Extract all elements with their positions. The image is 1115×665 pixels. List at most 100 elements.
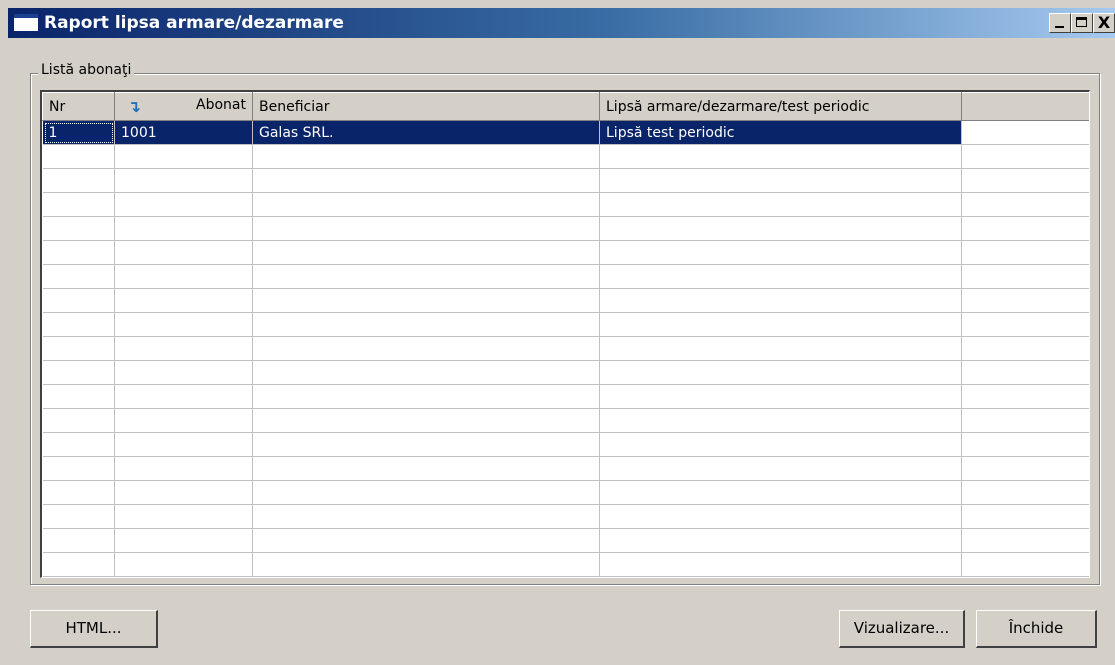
table-row[interactable] [42, 408, 1089, 433]
cell-beneficiar[interactable] [252, 192, 600, 217]
cell-nr[interactable] [42, 360, 115, 385]
cell-lipsa[interactable] [599, 336, 962, 361]
column-header-abonat[interactable]: ↴ Abonat [114, 92, 253, 121]
cell-abonat[interactable] [114, 552, 253, 577]
subscribers-grid[interactable]: Nr ↴ Abonat Beneficiar Lipsă armare/deza… [40, 90, 1090, 578]
cell-lipsa[interactable] [599, 192, 962, 217]
cell-nr[interactable]: 1 [42, 120, 115, 145]
table-row[interactable] [42, 336, 1089, 361]
cell-beneficiar[interactable] [252, 432, 600, 457]
cell-nr[interactable] [42, 168, 115, 193]
cell-beneficiar[interactable] [252, 384, 600, 409]
cell-lipsa[interactable] [599, 264, 962, 289]
cell-lipsa[interactable] [599, 240, 962, 265]
cell-beneficiar[interactable] [252, 168, 600, 193]
cell-beneficiar[interactable] [252, 312, 600, 337]
table-row[interactable] [42, 144, 1089, 169]
cell-nr[interactable] [42, 384, 115, 409]
cell-abonat[interactable] [114, 432, 253, 457]
cell-abonat[interactable] [114, 384, 253, 409]
table-row[interactable] [42, 360, 1089, 385]
table-row[interactable] [42, 432, 1089, 457]
cell-beneficiar[interactable] [252, 360, 600, 385]
cell-abonat[interactable] [114, 240, 253, 265]
table-row[interactable] [42, 240, 1089, 265]
table-row[interactable] [42, 552, 1089, 577]
table-row[interactable] [42, 264, 1089, 289]
cell-abonat[interactable] [114, 144, 253, 169]
cell-lipsa[interactable] [599, 288, 962, 313]
cell-abonat[interactable] [114, 168, 253, 193]
cell-abonat[interactable] [114, 504, 253, 529]
minimize-button[interactable] [1049, 13, 1071, 33]
cell-abonat[interactable] [114, 528, 253, 553]
cell-lipsa[interactable] [599, 408, 962, 433]
cell-nr[interactable] [42, 408, 115, 433]
table-row[interactable]: 1 1001 Galas SRL. Lipsă test periodic [42, 120, 1089, 145]
cell-nr[interactable] [42, 312, 115, 337]
html-button[interactable]: HTML... [30, 610, 158, 648]
inchide-button[interactable]: Închide [976, 610, 1097, 648]
cell-beneficiar[interactable] [252, 504, 600, 529]
table-row[interactable] [42, 192, 1089, 217]
cell-beneficiar[interactable] [252, 408, 600, 433]
cell-nr[interactable] [42, 288, 115, 313]
table-row[interactable] [42, 456, 1089, 481]
column-header-nr[interactable]: Nr [42, 92, 115, 121]
cell-lipsa[interactable] [599, 216, 962, 241]
cell-abonat[interactable]: 1001 [114, 120, 253, 145]
cell-nr[interactable] [42, 216, 115, 241]
cell-beneficiar[interactable] [252, 336, 600, 361]
cell-abonat[interactable] [114, 360, 253, 385]
vizualizare-button[interactable]: Vizualizare... [839, 610, 965, 648]
cell-lipsa[interactable]: Lipsă test periodic [599, 120, 962, 145]
cell-beneficiar[interactable] [252, 240, 600, 265]
cell-nr[interactable] [42, 192, 115, 217]
table-row[interactable] [42, 216, 1089, 241]
cell-lipsa[interactable] [599, 312, 962, 337]
cell-abonat[interactable] [114, 480, 253, 505]
table-row[interactable] [42, 288, 1089, 313]
cell-beneficiar[interactable] [252, 456, 600, 481]
cell-abonat[interactable] [114, 456, 253, 481]
cell-abonat[interactable] [114, 192, 253, 217]
close-button[interactable]: X [1093, 13, 1115, 33]
cell-beneficiar[interactable] [252, 288, 600, 313]
cell-abonat[interactable] [114, 312, 253, 337]
cell-nr[interactable] [42, 552, 115, 577]
table-row[interactable] [42, 312, 1089, 337]
column-header-lipsa[interactable]: Lipsă armare/dezarmare/test periodic [599, 92, 962, 121]
table-row[interactable] [42, 528, 1089, 553]
table-row[interactable] [42, 168, 1089, 193]
cell-nr[interactable] [42, 144, 115, 169]
cell-lipsa[interactable] [599, 528, 962, 553]
cell-nr[interactable] [42, 528, 115, 553]
cell-lipsa[interactable] [599, 504, 962, 529]
cell-lipsa[interactable] [599, 384, 962, 409]
cell-beneficiar[interactable] [252, 480, 600, 505]
title-bar[interactable]: Raport lipsa armare/dezarmare X [8, 8, 1115, 38]
table-row[interactable] [42, 384, 1089, 409]
cell-nr[interactable] [42, 456, 115, 481]
cell-abonat[interactable] [114, 264, 253, 289]
table-row[interactable] [42, 504, 1089, 529]
cell-abonat[interactable] [114, 216, 253, 241]
cell-lipsa[interactable] [599, 360, 962, 385]
cell-beneficiar[interactable] [252, 216, 600, 241]
cell-lipsa[interactable] [599, 144, 962, 169]
cell-nr[interactable] [42, 336, 115, 361]
cell-nr[interactable] [42, 432, 115, 457]
maximize-button[interactable] [1071, 13, 1093, 33]
cell-nr[interactable] [42, 480, 115, 505]
cell-beneficiar[interactable] [252, 528, 600, 553]
cell-beneficiar[interactable]: Galas SRL. [252, 120, 600, 145]
cell-beneficiar[interactable] [252, 264, 600, 289]
cell-lipsa[interactable] [599, 432, 962, 457]
cell-lipsa[interactable] [599, 168, 962, 193]
cell-abonat[interactable] [114, 336, 253, 361]
cell-nr[interactable] [42, 264, 115, 289]
cell-nr[interactable] [42, 504, 115, 529]
cell-lipsa[interactable] [599, 480, 962, 505]
cell-beneficiar[interactable] [252, 144, 600, 169]
column-header-beneficiar[interactable]: Beneficiar [252, 92, 600, 121]
